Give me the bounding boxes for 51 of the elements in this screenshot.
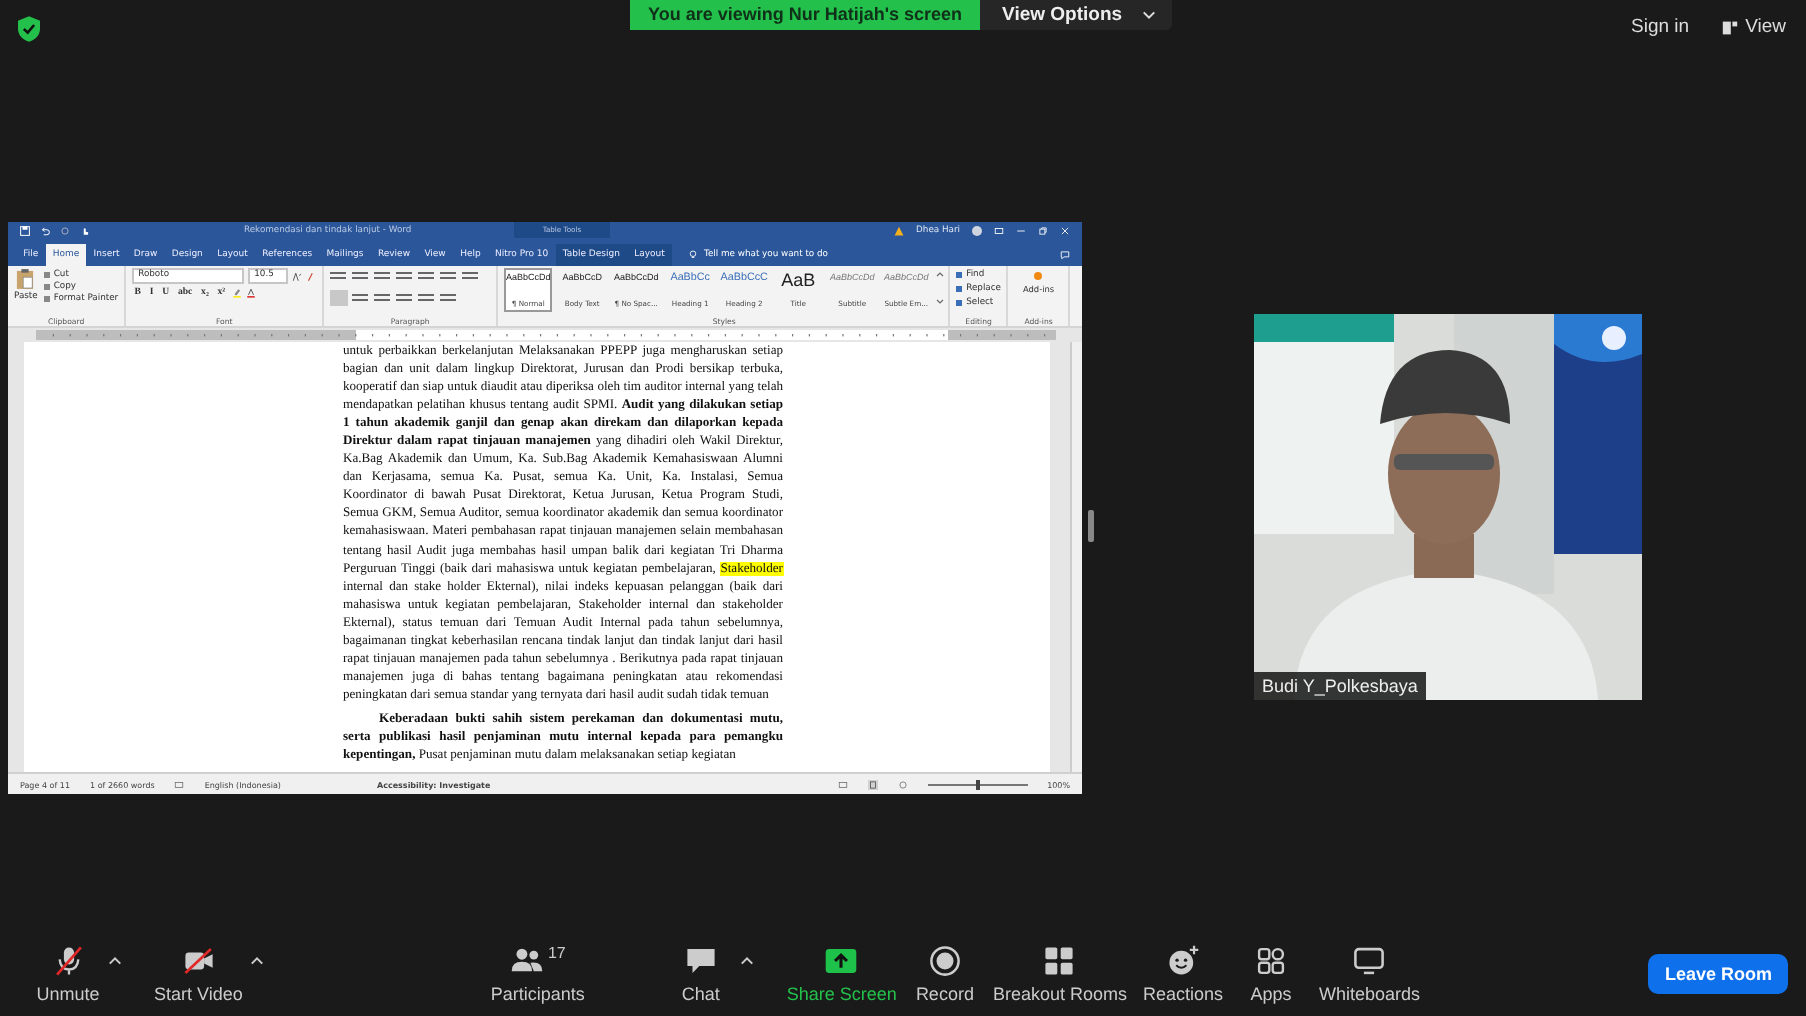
participant-name: Budi Y_Polkesbaya [1254, 672, 1426, 700]
ribbon-options-icon[interactable] [994, 225, 1004, 235]
toolbar-button[interactable]: Start Video [146, 943, 251, 1003]
caret-icon[interactable] [740, 955, 755, 965]
gallery-scroll-icon[interactable] [936, 268, 945, 308]
grow-font-icon[interactable] [292, 271, 303, 281]
muted-microphone-icon [51, 943, 85, 977]
toolbar-button[interactable]: Breakout Rooms [984, 943, 1135, 1003]
comment-icon[interactable] [1060, 250, 1070, 260]
restore-icon[interactable] [1038, 225, 1048, 235]
avatar-icon[interactable] [972, 225, 982, 235]
leave-room-button[interactable]: Leave Room [1648, 953, 1788, 993]
close-icon[interactable] [1060, 225, 1070, 235]
read-mode-icon[interactable] [837, 779, 848, 789]
proofing-icon[interactable] [174, 779, 185, 789]
chat-icon [683, 943, 718, 977]
toolbar-button[interactable]: Chat [660, 943, 741, 1003]
record-icon [927, 943, 962, 977]
toolbar-button[interactable]: Whiteboards [1311, 943, 1429, 1003]
share-screen-icon [824, 943, 859, 977]
clear-format-icon[interactable] [306, 271, 317, 281]
font-color-icon[interactable] [245, 288, 256, 298]
viewing-banner: You are viewing Nur Hatijah's screen [630, 0, 981, 30]
whiteboard-icon [1352, 943, 1387, 977]
undo-icon[interactable] [40, 225, 50, 235]
video-off-icon [181, 943, 216, 977]
scrollbar[interactable] [1070, 342, 1082, 772]
view-options-button[interactable]: View Options [980, 0, 1173, 30]
toolbar-button[interactable]: Share Screen [778, 943, 905, 1003]
smiley-icon [1166, 943, 1200, 977]
save-icon[interactable] [20, 225, 30, 235]
apps-icon [1254, 943, 1289, 977]
sign-in-button[interactable]: Sign in [1623, 16, 1698, 38]
grid-icon [1042, 943, 1077, 977]
chevron-icon [1142, 10, 1157, 20]
toolbar-button[interactable]: 17 Participants [482, 943, 593, 1003]
caret-icon[interactable] [108, 955, 122, 965]
view-button[interactable]: View [1713, 16, 1794, 38]
shield-icon[interactable] [18, 16, 40, 42]
minimize-icon[interactable] [1016, 225, 1026, 235]
lightbulb-icon [688, 250, 699, 260]
splitter-handle[interactable] [1088, 510, 1094, 542]
print-layout-icon[interactable] [867, 779, 878, 789]
layout-icon [1721, 19, 1738, 35]
people-icon [509, 943, 544, 977]
caret-icon[interactable] [250, 955, 265, 965]
toolbar-button[interactable]: Apps [1231, 943, 1312, 1003]
toolbar-button[interactable]: Reactions [1134, 943, 1232, 1003]
highlighter-icon[interactable] [231, 288, 242, 298]
toolbar-button[interactable]: Record [904, 943, 985, 1003]
toolbar-button[interactable]: Unmute [28, 943, 108, 1003]
